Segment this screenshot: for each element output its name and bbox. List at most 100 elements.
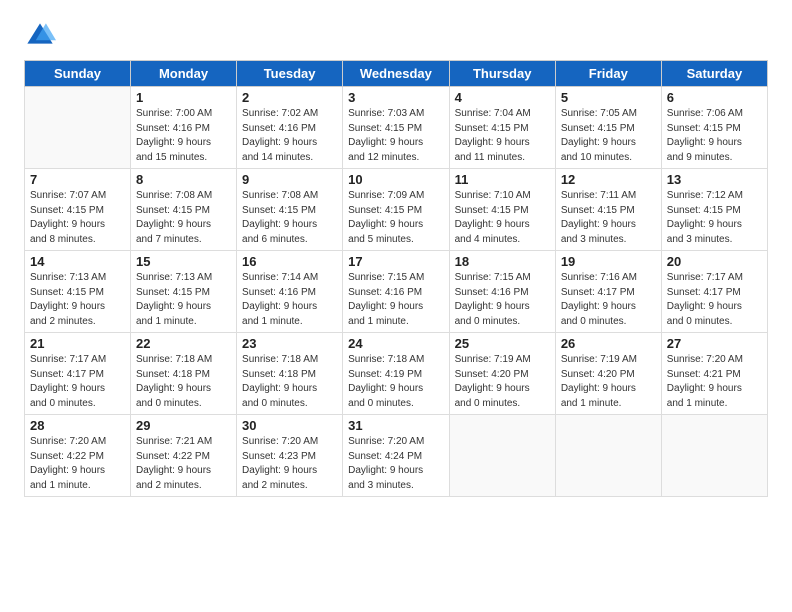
- day-info: Sunrise: 7:15 AM Sunset: 4:16 PM Dayligh…: [348, 271, 443, 329]
- day-info: Sunrise: 7:07 AM Sunset: 4:15 PM Dayligh…: [30, 189, 125, 247]
- day-info: Sunrise: 7:06 AM Sunset: 4:15 PM Dayligh…: [667, 107, 762, 165]
- calendar-cell: 24Sunrise: 7:18 AM Sunset: 4:19 PM Dayli…: [343, 333, 449, 415]
- day-info: Sunrise: 7:20 AM Sunset: 4:21 PM Dayligh…: [667, 353, 762, 411]
- calendar-table: SundayMondayTuesdayWednesdayThursdayFrid…: [24, 60, 768, 497]
- day-info: Sunrise: 7:13 AM Sunset: 4:15 PM Dayligh…: [136, 271, 231, 329]
- day-info: Sunrise: 7:14 AM Sunset: 4:16 PM Dayligh…: [242, 271, 337, 329]
- day-number: 8: [136, 172, 231, 187]
- calendar-cell: 22 Sunrise: 7:18 AM Sunset: 4:18 PM Dayli…: [131, 333, 237, 415]
- day-number: 3: [348, 90, 443, 105]
- calendar-cell: 8 Sunrise: 7:08 AM Sunset: 4:15 PM Daylig…: [131, 169, 237, 251]
- day-number: 21: [30, 336, 125, 351]
- day-number: 25: [455, 336, 550, 351]
- day-info: Sunrise: 7:18 AM Sunset: 4:18 PM Dayligh…: [136, 353, 231, 411]
- day-number: 9: [242, 172, 337, 187]
- calendar-cell: 6Sunrise: 7:06 AM Sunset: 4:15 PM Daylig…: [661, 87, 767, 169]
- day-info: Sunrise: 7:16 AM Sunset: 4:17 PM Dayligh…: [561, 271, 656, 329]
- day-of-week-header: Wednesday: [343, 61, 449, 87]
- calendar-cell: 14 Sunrise: 7:13 AM Sunset: 4:15 PM Dayli…: [25, 251, 131, 333]
- calendar-cell: 9 Sunrise: 7:08 AM Sunset: 4:15 PM Daylig…: [237, 169, 343, 251]
- day-info: Sunrise: 7:08 AM Sunset: 4:15 PM Dayligh…: [242, 189, 337, 247]
- calendar-cell: 19 Sunrise: 7:16 AM Sunset: 4:17 PM Dayli…: [555, 251, 661, 333]
- day-number: 26: [561, 336, 656, 351]
- calendar-cell: 17 Sunrise: 7:15 AM Sunset: 4:16 PM Dayli…: [343, 251, 449, 333]
- day-of-week-header: Tuesday: [237, 61, 343, 87]
- calendar-cell: 10Sunrise: 7:09 AM Sunset: 4:15 PM Dayli…: [343, 169, 449, 251]
- day-info: Sunrise: 7:19 AM Sunset: 4:20 PM Dayligh…: [455, 353, 550, 411]
- day-of-week-header: Monday: [131, 61, 237, 87]
- day-number: 5: [561, 90, 656, 105]
- day-number: 18: [455, 254, 550, 269]
- calendar-cell: 15 Sunrise: 7:13 AM Sunset: 4:15 PM Dayli…: [131, 251, 237, 333]
- calendar-cell: 5 Sunrise: 7:05 AM Sunset: 4:15 PM Daylig…: [555, 87, 661, 169]
- day-info: Sunrise: 7:18 AM Sunset: 4:19 PM Dayligh…: [348, 353, 443, 411]
- day-number: 2: [242, 90, 337, 105]
- calendar-cell: 28Sunrise: 7:20 AM Sunset: 4:22 PM Dayli…: [25, 415, 131, 497]
- calendar-week-row: 28Sunrise: 7:20 AM Sunset: 4:22 PM Dayli…: [25, 415, 768, 497]
- calendar-cell: 25 Sunrise: 7:19 AM Sunset: 4:20 PM Dayli…: [449, 333, 555, 415]
- calendar-cell: 13Sunrise: 7:12 AM Sunset: 4:15 PM Dayli…: [661, 169, 767, 251]
- day-number: 15: [136, 254, 231, 269]
- day-number: 22: [136, 336, 231, 351]
- day-number: 30: [242, 418, 337, 433]
- day-of-week-header: Friday: [555, 61, 661, 87]
- day-number: 17: [348, 254, 443, 269]
- calendar-cell: 27 Sunrise: 7:20 AM Sunset: 4:21 PM Dayli…: [661, 333, 767, 415]
- calendar-cell: 30 Sunrise: 7:20 AM Sunset: 4:23 PM Dayli…: [237, 415, 343, 497]
- day-info: Sunrise: 7:09 AM Sunset: 4:15 PM Dayligh…: [348, 189, 443, 247]
- day-info: Sunrise: 7:12 AM Sunset: 4:15 PM Dayligh…: [667, 189, 762, 247]
- calendar-cell: [25, 87, 131, 169]
- day-info: Sunrise: 7:05 AM Sunset: 4:15 PM Dayligh…: [561, 107, 656, 165]
- day-number: 4: [455, 90, 550, 105]
- day-info: Sunrise: 7:11 AM Sunset: 4:15 PM Dayligh…: [561, 189, 656, 247]
- day-info: Sunrise: 7:17 AM Sunset: 4:17 PM Dayligh…: [30, 353, 125, 411]
- logo: [24, 20, 60, 52]
- calendar-cell: 18 Sunrise: 7:15 AM Sunset: 4:16 PM Dayli…: [449, 251, 555, 333]
- day-info: Sunrise: 7:20 AM Sunset: 4:22 PM Dayligh…: [30, 435, 125, 493]
- day-number: 20: [667, 254, 762, 269]
- day-number: 23: [242, 336, 337, 351]
- day-number: 14: [30, 254, 125, 269]
- day-info: Sunrise: 7:20 AM Sunset: 4:24 PM Dayligh…: [348, 435, 443, 493]
- header: [24, 20, 768, 52]
- day-of-week-header: Sunday: [25, 61, 131, 87]
- calendar-cell: 21 Sunrise: 7:17 AM Sunset: 4:17 PM Dayli…: [25, 333, 131, 415]
- calendar-week-row: 7Sunrise: 7:07 AM Sunset: 4:15 PM Daylig…: [25, 169, 768, 251]
- calendar-week-row: 21 Sunrise: 7:17 AM Sunset: 4:17 PM Dayli…: [25, 333, 768, 415]
- day-info: Sunrise: 7:18 AM Sunset: 4:18 PM Dayligh…: [242, 353, 337, 411]
- calendar-cell: [661, 415, 767, 497]
- calendar-cell: 11 Sunrise: 7:10 AM Sunset: 4:15 PM Dayli…: [449, 169, 555, 251]
- day-number: 16: [242, 254, 337, 269]
- day-info: Sunrise: 7:19 AM Sunset: 4:20 PM Dayligh…: [561, 353, 656, 411]
- logo-icon: [24, 20, 56, 52]
- calendar-week-row: 1Sunrise: 7:00 AM Sunset: 4:16 PM Daylig…: [25, 87, 768, 169]
- day-info: Sunrise: 7:10 AM Sunset: 4:15 PM Dayligh…: [455, 189, 550, 247]
- day-info: Sunrise: 7:21 AM Sunset: 4:22 PM Dayligh…: [136, 435, 231, 493]
- calendar-cell: 20 Sunrise: 7:17 AM Sunset: 4:17 PM Dayli…: [661, 251, 767, 333]
- day-info: Sunrise: 7:13 AM Sunset: 4:15 PM Dayligh…: [30, 271, 125, 329]
- day-info: Sunrise: 7:17 AM Sunset: 4:17 PM Dayligh…: [667, 271, 762, 329]
- day-number: 12: [561, 172, 656, 187]
- day-info: Sunrise: 7:04 AM Sunset: 4:15 PM Dayligh…: [455, 107, 550, 165]
- calendar-cell: 29Sunrise: 7:21 AM Sunset: 4:22 PM Dayli…: [131, 415, 237, 497]
- day-number: 27: [667, 336, 762, 351]
- calendar-cell: 16 Sunrise: 7:14 AM Sunset: 4:16 PM Dayli…: [237, 251, 343, 333]
- calendar-cell: 31Sunrise: 7:20 AM Sunset: 4:24 PM Dayli…: [343, 415, 449, 497]
- page: SundayMondayTuesdayWednesdayThursdayFrid…: [0, 0, 792, 612]
- calendar-cell: 1Sunrise: 7:00 AM Sunset: 4:16 PM Daylig…: [131, 87, 237, 169]
- calendar-cell: 12 Sunrise: 7:11 AM Sunset: 4:15 PM Dayli…: [555, 169, 661, 251]
- day-of-week-header: Thursday: [449, 61, 555, 87]
- day-number: 19: [561, 254, 656, 269]
- day-info: Sunrise: 7:15 AM Sunset: 4:16 PM Dayligh…: [455, 271, 550, 329]
- day-number: 11: [455, 172, 550, 187]
- calendar-cell: 7Sunrise: 7:07 AM Sunset: 4:15 PM Daylig…: [25, 169, 131, 251]
- calendar-cell: 3Sunrise: 7:03 AM Sunset: 4:15 PM Daylig…: [343, 87, 449, 169]
- calendar-cell: 2Sunrise: 7:02 AM Sunset: 4:16 PM Daylig…: [237, 87, 343, 169]
- day-info: Sunrise: 7:20 AM Sunset: 4:23 PM Dayligh…: [242, 435, 337, 493]
- calendar-cell: 26 Sunrise: 7:19 AM Sunset: 4:20 PM Dayli…: [555, 333, 661, 415]
- calendar-cell: [555, 415, 661, 497]
- calendar-cell: 23 Sunrise: 7:18 AM Sunset: 4:18 PM Dayli…: [237, 333, 343, 415]
- calendar-cell: [449, 415, 555, 497]
- day-number: 1: [136, 90, 231, 105]
- day-info: Sunrise: 7:08 AM Sunset: 4:15 PM Dayligh…: [136, 189, 231, 247]
